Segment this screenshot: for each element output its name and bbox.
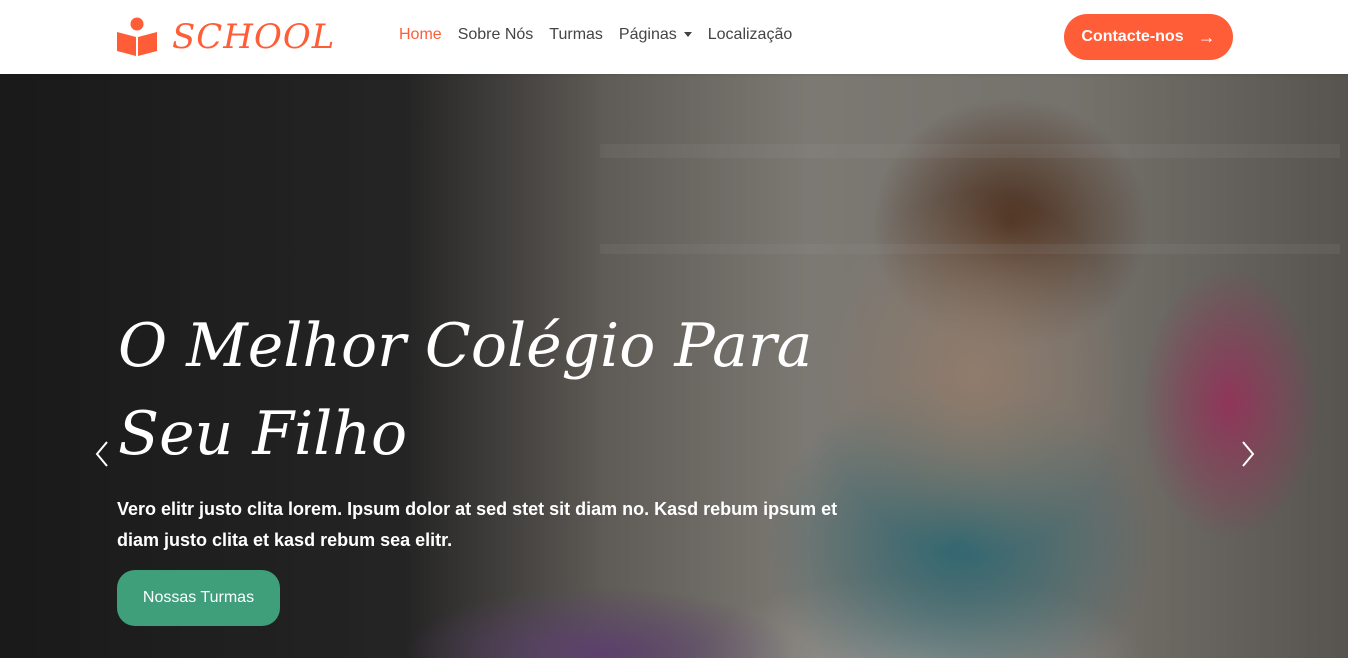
nav-sobre-nos[interactable]: Sobre Nós: [458, 26, 534, 44]
contact-button-label: Contacte-nos: [1081, 28, 1184, 45]
our-classes-button[interactable]: Nossas Turmas: [117, 570, 280, 626]
hero-description: Vero elitr justo clita lorem. Ipsum dolo…: [117, 499, 838, 550]
contact-button[interactable]: Contacte-nos →: [1064, 14, 1233, 60]
chevron-left-icon: [95, 441, 108, 467]
nav-localizacao[interactable]: Localização: [708, 26, 793, 44]
nav-home[interactable]: Home: [399, 26, 442, 44]
carousel-prev-button[interactable]: [87, 432, 117, 476]
nav-paginas-label: Páginas: [618, 26, 677, 43]
nav-menu: Home Sobre Nós Turmas Páginas Localizaçã…: [399, 26, 808, 44]
brand-name: SCHOOL: [172, 17, 336, 57]
caret-down-icon: [683, 32, 692, 38]
carousel-next-button[interactable]: [1233, 432, 1263, 476]
book-reader-icon: [117, 17, 157, 56]
chevron-right-icon: [1242, 441, 1255, 467]
navbar: SCHOOL Home Sobre Nós Turmas Páginas Loc…: [0, 0, 1348, 74]
arrow-right-icon: →: [1197, 26, 1216, 47]
brand-logo[interactable]: SCHOOL: [116, 14, 335, 60]
hero-carousel: O Melhor Colégio Para Seu Filho Vero eli…: [0, 74, 1348, 658]
nav-paginas-dropdown[interactable]: Páginas: [619, 26, 692, 44]
nav-turmas[interactable]: Turmas: [549, 26, 603, 44]
hero-title: O Melhor Colégio Para Seu Filho: [118, 311, 813, 469]
